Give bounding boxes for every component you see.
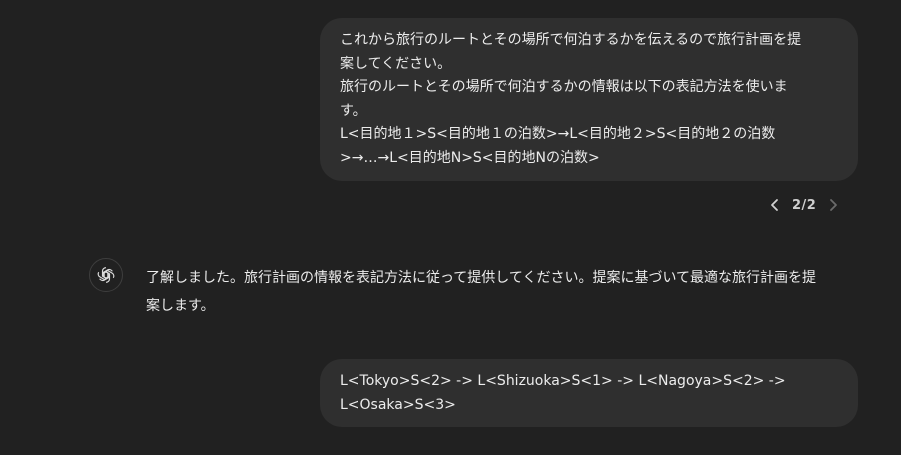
assistant-avatar: [89, 258, 123, 292]
chevron-left-icon[interactable]: [764, 195, 786, 215]
version-count: 2/2: [792, 197, 817, 213]
user-message-line: >→…→L<目的地N>S<目的地Nの泊数>: [340, 149, 600, 166]
chevron-right-icon[interactable]: [822, 195, 844, 215]
user-message-line: これから旅行のルートとその場所で何泊するかを伝えるので旅行計画を提: [340, 32, 802, 48]
assistant-message-line: 了解しました。旅行計画の情報を表記方法に従って提供してください。提案に基づいて最…: [146, 270, 817, 286]
assistant-message: 了解しました。旅行計画の情報を表記方法に従って提供してください。提案に基づいて最…: [146, 264, 866, 320]
user-message-bubble: これから旅行のルートとその場所で何泊するかを伝えるので旅行計画を提 案してくださ…: [320, 18, 858, 181]
user-message-line: す。: [340, 102, 367, 119]
user-message-line: 案してください。: [340, 55, 452, 72]
user-message-line: L<Osaka>S<3>: [340, 396, 456, 413]
user-message-line: L<Tokyo>S<2> -> L<Shizuoka>S<1> -> L<Nag…: [340, 373, 786, 389]
user-message-line: L<目的地１>S<目的地１の泊数>→L<目的地２>S<目的地２の泊数: [340, 126, 776, 143]
assistant-message-line: 案します。: [146, 298, 215, 314]
response-version-pager: 2/2: [764, 195, 844, 215]
openai-logo-icon: [97, 267, 115, 283]
user-message-line: 旅行のルートとその場所で何泊するかの情報は以下の表記方法を使いま: [340, 79, 788, 96]
chat-thread: これから旅行のルートとその場所で何泊するかを伝えるので旅行計画を提 案してくださ…: [0, 0, 901, 455]
user-message-bubble: L<Tokyo>S<2> -> L<Shizuoka>S<1> -> L<Nag…: [320, 359, 858, 427]
